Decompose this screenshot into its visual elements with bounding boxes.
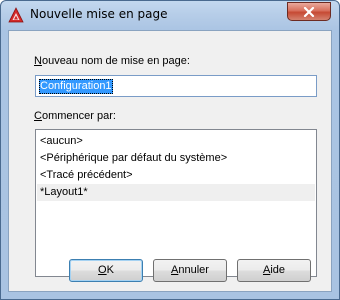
- title-bar[interactable]: Nouvelle mise en page: [1, 1, 339, 29]
- list-item-selected[interactable]: *Layout1*: [37, 184, 315, 201]
- layout-name-input[interactable]: Configuration1: [35, 75, 317, 97]
- dialog-body: Nouveau nom de mise en page: Configurati…: [8, 30, 332, 292]
- start-with-label: Commencer par:: [34, 110, 116, 122]
- name-field-label: Nouveau nom de mise en page:: [34, 55, 190, 67]
- list-item[interactable]: <Tracé précédent>: [37, 167, 315, 184]
- close-button[interactable]: [287, 2, 331, 21]
- close-icon: [303, 7, 315, 17]
- layout-name-value: Configuration1: [39, 79, 113, 94]
- autocad-logo-icon: [8, 7, 24, 23]
- list-item[interactable]: <Périphérique par défaut du système>: [37, 150, 315, 167]
- window-title: Nouvelle mise en page: [30, 7, 168, 21]
- cancel-button[interactable]: Annuler: [153, 259, 227, 282]
- list-item[interactable]: <aucun>: [37, 133, 315, 150]
- help-button[interactable]: Aide: [237, 259, 311, 282]
- dialog-window: Nouvelle mise en page Nouveau nom de mis…: [0, 0, 340, 300]
- ok-button[interactable]: OK: [69, 259, 143, 282]
- start-with-listbox[interactable]: <aucun> <Périphérique par défaut du syst…: [35, 129, 317, 277]
